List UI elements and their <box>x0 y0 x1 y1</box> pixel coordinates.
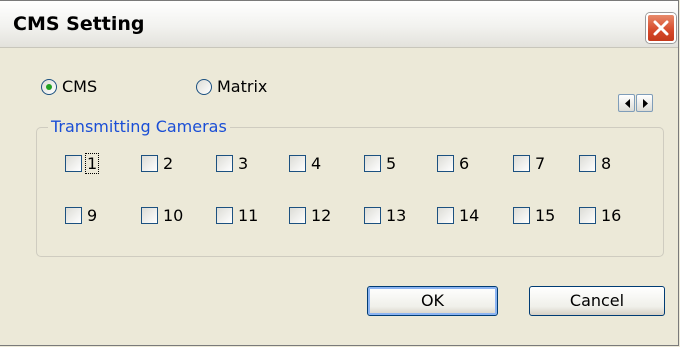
camera-label: 2 <box>163 154 174 173</box>
checkbox-box[interactable] <box>141 207 158 224</box>
checkbox-box[interactable] <box>364 207 381 224</box>
camera-label: 1 <box>84 153 100 174</box>
radio-selected-dot <box>46 84 52 90</box>
close-icon <box>653 20 669 36</box>
checkbox-box[interactable] <box>141 155 158 172</box>
checkbox-box[interactable] <box>289 207 306 224</box>
chevron-right-icon <box>643 99 648 108</box>
chevron-left-icon <box>625 99 630 108</box>
radio-cms-button[interactable] <box>41 79 57 95</box>
checkbox-box[interactable] <box>513 155 530 172</box>
cms-setting-dialog: CMS Setting CMS Matrix Transmitting Came… <box>0 0 679 346</box>
dialog-title: CMS Setting <box>13 13 145 35</box>
checkbox-box[interactable] <box>579 155 596 172</box>
checkbox-box[interactable] <box>437 155 454 172</box>
scroll-left-button[interactable] <box>618 94 635 112</box>
cancel-button[interactable]: Cancel <box>529 286 665 316</box>
checkbox-box[interactable] <box>216 155 233 172</box>
checkbox-box[interactable] <box>289 155 306 172</box>
camera-label: 10 <box>163 206 184 225</box>
radio-matrix-button[interactable] <box>196 79 212 95</box>
checkbox-box[interactable] <box>65 155 82 172</box>
ok-button[interactable]: OK <box>367 286 498 316</box>
camera-label: 16 <box>601 206 622 225</box>
camera-label: 11 <box>238 206 259 225</box>
checkbox-box[interactable] <box>579 207 596 224</box>
checkbox-box[interactable] <box>513 207 530 224</box>
camera-label: 14 <box>459 206 480 225</box>
camera-label: 5 <box>386 154 397 173</box>
camera-label: 8 <box>601 154 612 173</box>
checkbox-box[interactable] <box>216 207 233 224</box>
camera-label: 4 <box>311 154 322 173</box>
group-label: Transmitting Cameras <box>48 117 230 137</box>
camera-label: 9 <box>87 206 98 225</box>
scroll-right-button[interactable] <box>636 94 653 112</box>
camera-label: 6 <box>459 154 470 173</box>
checkbox-box[interactable] <box>364 155 381 172</box>
camera-label: 13 <box>386 206 407 225</box>
camera-label: 3 <box>238 154 249 173</box>
close-button[interactable] <box>646 13 676 43</box>
camera-label: 15 <box>535 206 556 225</box>
camera-label: 7 <box>535 154 546 173</box>
radio-cms-label: CMS <box>62 77 98 96</box>
radio-matrix-label: Matrix <box>217 77 268 96</box>
title-bar[interactable]: CMS Setting <box>0 1 678 48</box>
transmitting-cameras-group <box>36 127 664 257</box>
checkbox-box[interactable] <box>437 207 454 224</box>
camera-page-scroller <box>618 94 653 112</box>
checkbox-box[interactable] <box>65 207 82 224</box>
camera-label: 12 <box>311 206 332 225</box>
